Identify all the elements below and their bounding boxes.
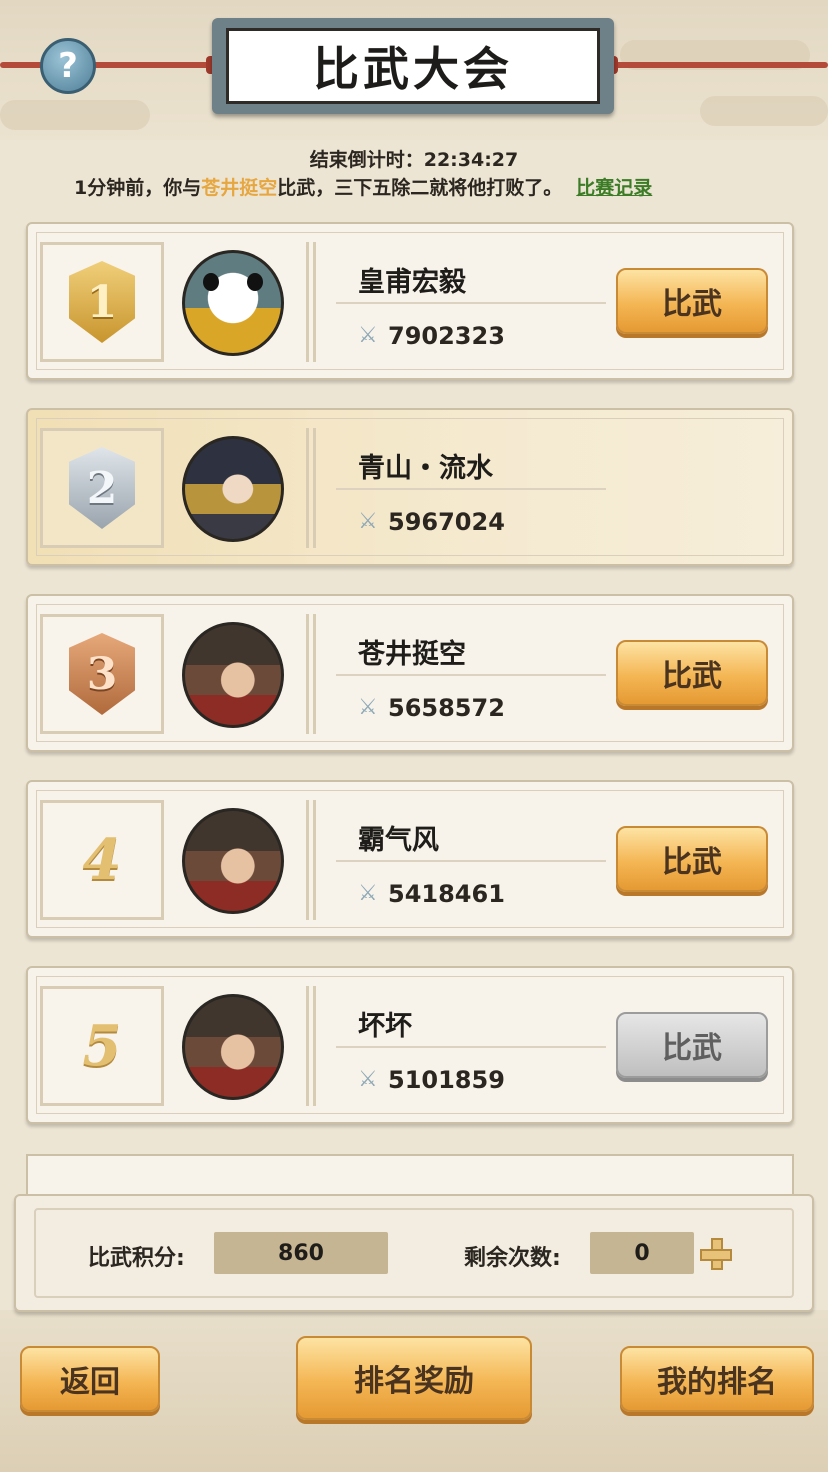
- add-attempts-icon[interactable]: [700, 1238, 732, 1270]
- countdown: 结束倒计时：22:34:27: [0, 145, 828, 172]
- question-mark-icon: ?: [58, 46, 78, 86]
- player-name: 青山・流水: [358, 453, 493, 484]
- bronze-medal-icon: 3: [69, 633, 135, 715]
- rank-row-1: 1 皇甫宏毅 ⚔ 7902323 比武: [26, 222, 794, 380]
- combat-power: ⚔ 5418461: [358, 880, 505, 908]
- rank-number: 4: [82, 827, 122, 893]
- player-name: 坏坏: [358, 1011, 412, 1042]
- rank-row-3: 3 苍井挺空 ⚔ 5658572 比武: [26, 594, 794, 752]
- rope-right: [606, 62, 828, 68]
- remaining-label: 剩余次数:: [464, 1246, 561, 1271]
- rank-row-partial: [26, 1154, 794, 1194]
- challenge-button[interactable]: 比武: [616, 826, 768, 892]
- crossed-swords-icon: ⚔: [358, 509, 378, 534]
- countdown-label: 结束倒计时：: [309, 149, 424, 171]
- rank-box: 1: [40, 242, 164, 362]
- gold-medal-icon: 1: [69, 261, 135, 343]
- avatar[interactable]: [182, 250, 284, 356]
- power-value: 5418461: [388, 880, 505, 908]
- countdown-value: 22:34:27: [423, 149, 519, 171]
- back-button[interactable]: 返回: [20, 1346, 160, 1412]
- combat-power: ⚔ 5967024: [358, 508, 505, 536]
- combat-power: ⚔ 5101859: [358, 1066, 505, 1094]
- rank-row-2: 2 青山・流水 ⚔ 5967024: [26, 408, 794, 566]
- crossed-swords-icon: ⚔: [358, 1067, 378, 1092]
- rank-row-5: 5 坏坏 ⚔ 5101859 比武: [26, 966, 794, 1124]
- player-name: 苍井挺空: [358, 639, 466, 670]
- crossed-swords-icon: ⚔: [358, 323, 378, 348]
- notice-prefix: 1分钟前，你与: [74, 177, 202, 199]
- rope-left: [0, 62, 220, 68]
- cloud-decoration: [700, 96, 828, 126]
- notice-suffix: 比武，三下五除二就将他打败了。: [277, 177, 563, 199]
- score-label: 比武积分:: [88, 1246, 185, 1271]
- challenge-button-disabled[interactable]: 比武: [616, 1012, 768, 1078]
- combat-power: ⚔ 5658572: [358, 694, 505, 722]
- challenge-button[interactable]: 比武: [616, 640, 768, 706]
- rank-box: 4: [40, 800, 164, 920]
- power-value: 5101859: [388, 1066, 505, 1094]
- remaining-value: 0: [590, 1232, 694, 1274]
- battle-notice: 1分钟前，你与苍井挺空比武，三下五除二就将他打败了。 比赛记录: [74, 173, 652, 200]
- power-value: 7902323: [388, 322, 505, 350]
- power-value: 5658572: [388, 694, 505, 722]
- rank-box: 2: [40, 428, 164, 548]
- player-name: 霸气风: [358, 825, 439, 856]
- rank-row-4: 4 霸气风 ⚔ 5418461 比武: [26, 780, 794, 938]
- avatar[interactable]: [182, 808, 284, 914]
- stats-panel: 比武积分: 860 剩余次数: 0: [14, 1194, 814, 1312]
- power-value: 5967024: [388, 508, 505, 536]
- notice-opponent: 苍井挺空: [201, 177, 278, 199]
- rank-rewards-button[interactable]: 排名奖励: [296, 1336, 532, 1420]
- help-button[interactable]: ?: [40, 38, 96, 94]
- combat-power: ⚔ 7902323: [358, 322, 505, 350]
- avatar[interactable]: [182, 622, 284, 728]
- crossed-swords-icon: ⚔: [358, 881, 378, 906]
- player-name: 皇甫宏毅: [358, 267, 466, 298]
- title-plate: 比武大会: [212, 18, 614, 114]
- match-record-link[interactable]: 比赛记录: [576, 177, 652, 199]
- avatar[interactable]: [182, 994, 284, 1100]
- cloud-decoration: [0, 100, 150, 130]
- score-value: 860: [214, 1232, 388, 1274]
- rank-box: 3: [40, 614, 164, 734]
- avatar[interactable]: [182, 436, 284, 542]
- rank-box: 5: [40, 986, 164, 1106]
- challenge-button[interactable]: 比武: [616, 268, 768, 334]
- silver-medal-icon: 2: [69, 447, 135, 529]
- my-rank-button[interactable]: 我的排名: [620, 1346, 814, 1412]
- page-title: 比武大会: [313, 42, 513, 96]
- rank-number: 5: [82, 1013, 122, 1079]
- crossed-swords-icon: ⚔: [358, 695, 378, 720]
